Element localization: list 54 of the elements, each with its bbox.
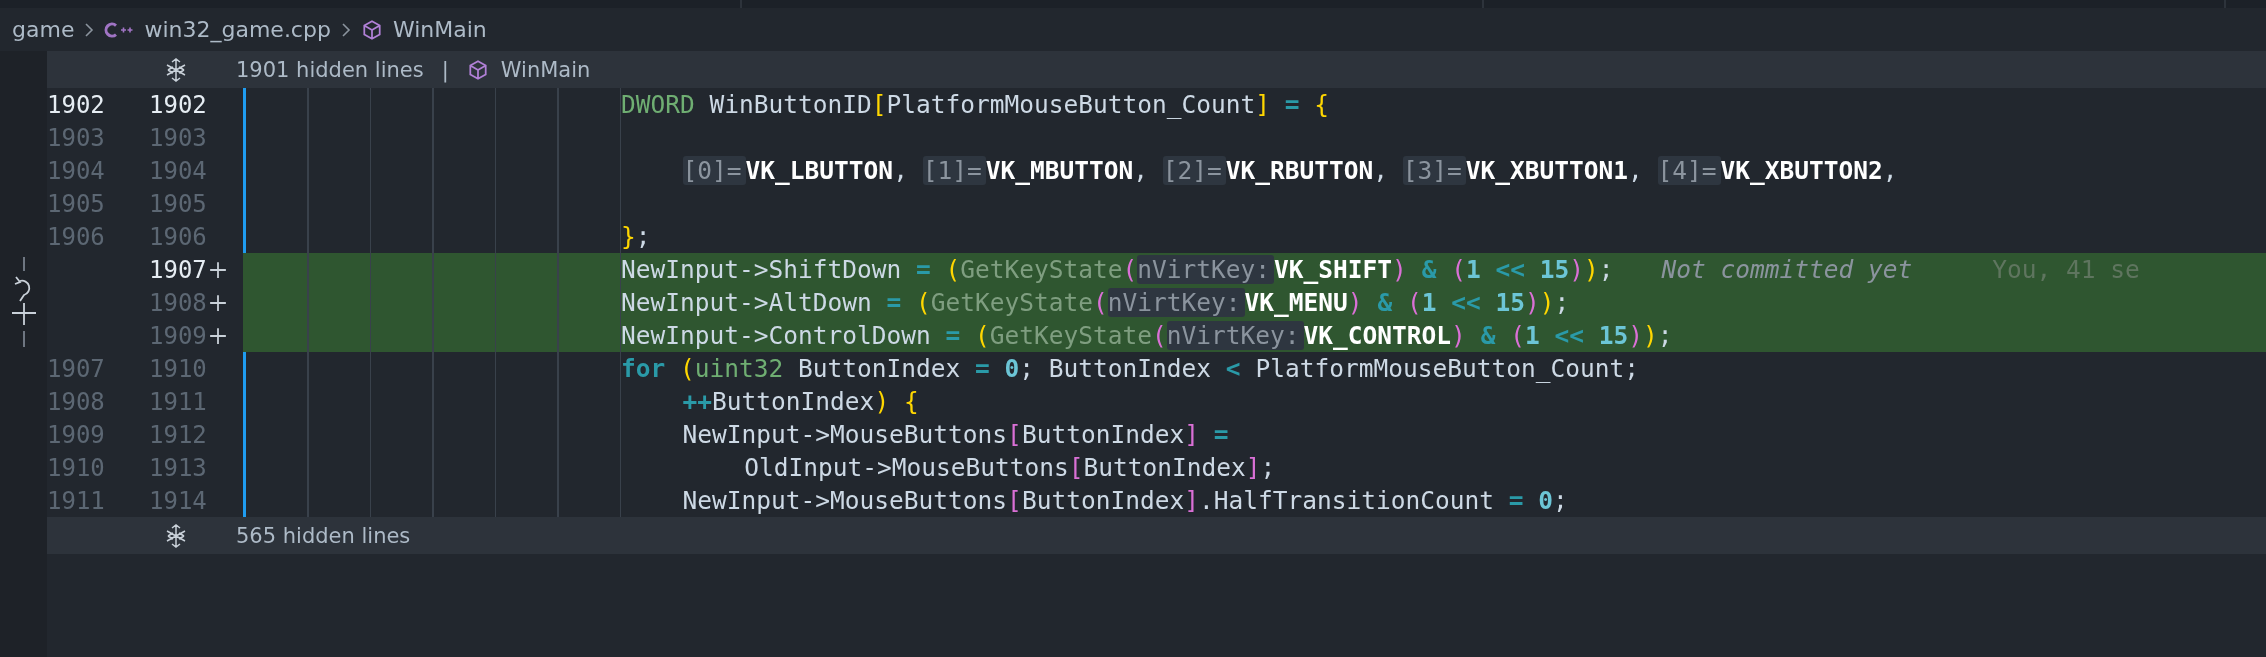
line-number: 1909 [149,321,207,350]
cube-icon [466,58,489,81]
folded-region-bar[interactable]: 565 hidden lines [47,517,2266,554]
line-number: 1913 [149,453,207,482]
code-line: for (uint32 ButtonIndex = 0; ButtonIndex < PlatformMouseButton_Count; [621,354,1639,383]
code-line: NewInput->ControlDown = (GetKeyState(nVirtKey: VK_CONTROL) & (1 << 15)); [621,321,1673,350]
line-number: 1909 [47,420,105,449]
breadcrumb-item[interactable]: win32_game.cpp [144,17,331,42]
code-line: [0]= VK_LBUTTON, [1]= VK_MBUTTON, [2]= VK_RBUTTON, [3]= VK_XBUTTON1, [4]= VK_XBUTTON2, [682,156,1898,185]
line-number: 1903 [149,123,207,152]
hidden-lines-label: 565 hidden lines [236,523,411,548]
code-line: NewInput->ShiftDown = (GetKeyState(nVirtKey: VK_SHIFT) & (1 << 15)); [621,255,1614,284]
line-number: 1910 [149,354,207,383]
plus-icon [208,326,227,345]
line-number: 1902 [149,90,207,119]
code-line: ++ButtonIndex) { [682,387,919,416]
line-number: 1911 [149,387,207,416]
code-line: NewInput->AltDown = (GetKeyState(nVirtKey: VK_MENU) & (1 << 15)); [621,288,1570,317]
line-number: 1908 [47,387,105,416]
line-number: 1905 [47,189,105,218]
line-number: 1905 [149,189,207,218]
line-number: 1908 [149,288,207,317]
breadcrumb-item[interactable]: game [12,17,75,42]
unfold-icon[interactable] [164,523,188,548]
code-line: OldInput->MouseButtons[ButtonIndex]; [744,453,1276,482]
symbol-label: WinMain [500,57,591,82]
code-line: NewInput->MouseButtons[ButtonIndex].HalfTransitionCount = 0; [682,486,1568,515]
code-line: DWORD WinButtonID[PlatformMouseButton_Count] = { [621,90,1330,119]
unfold-icon[interactable] [164,57,188,82]
line-number: 1907 [149,255,207,284]
blame-annotation: Not committed yet [1661,255,1913,284]
code-line: NewInput->MouseButtons[ButtonIndex] = [682,420,1229,449]
line-number: 1907 [47,354,105,383]
line-number: 1904 [47,156,105,185]
folded-region-bar[interactable]: 1901 hidden lines | WinMain [47,51,2266,88]
line-number: 1904 [149,156,207,185]
line-number: 1903 [47,123,105,152]
plus-icon[interactable] [10,302,37,326]
line-number: 1911 [47,486,105,515]
chevron-right-icon [84,21,95,38]
chevron-right-icon [340,21,351,38]
line-number: 1914 [149,486,207,515]
hidden-lines-label: 1901 hidden lines [236,57,424,82]
plus-icon [208,260,227,279]
plus-icon [208,293,227,312]
breadcrumb-item[interactable]: WinMain [392,17,487,42]
line-number: 1912 [149,420,207,449]
cube-icon [360,18,383,41]
line-number: 1902 [47,90,105,119]
line-number: 1906 [149,222,207,251]
line-number: 1906 [47,222,105,251]
code-line: }; [621,222,651,251]
line-number: 1910 [47,453,105,482]
separator-text: | [441,57,449,82]
